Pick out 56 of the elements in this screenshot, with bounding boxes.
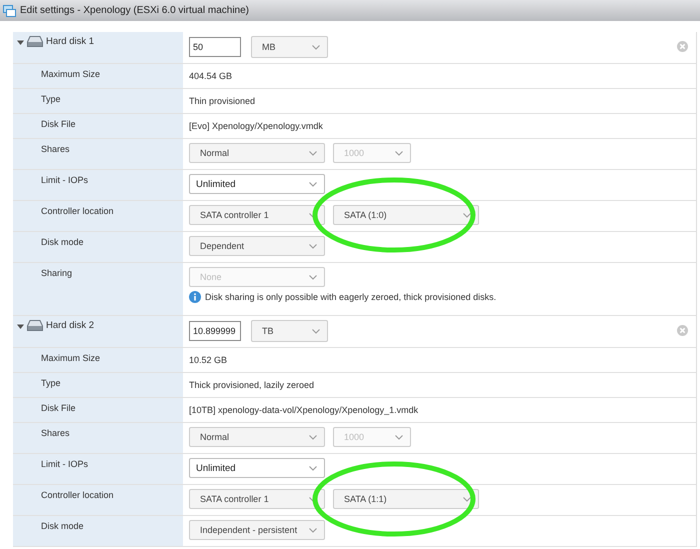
- chevron-icon: [309, 528, 317, 532]
- window-title: Edit settings - Xpenology (ESXi 6.0 virtual machine): [20, 5, 249, 16]
- field-value: Thin provisioned: [189, 96, 256, 106]
- dropdown-select[interactable]: Normal: [189, 427, 325, 447]
- chevron-icon: [395, 150, 403, 156]
- window-icon: [3, 4, 16, 16]
- dropdown-select[interactable]: SATA (1:1): [333, 489, 479, 509]
- field-label: Limit - IOPs: [41, 175, 88, 185]
- dropdown-select[interactable]: Independent - persistent: [189, 520, 325, 540]
- field-value: 10.52 GB: [189, 355, 228, 365]
- field-label: Disk File: [41, 403, 76, 413]
- chevron-icon: [309, 466, 317, 470]
- field-label: Shares: [41, 428, 70, 438]
- field-label: Shares: [41, 144, 70, 154]
- dropdown-select[interactable]: SATA (1:0): [333, 205, 479, 225]
- size-input[interactable]: 10.899999: [189, 321, 241, 341]
- chevron-icon: [463, 496, 471, 502]
- caret-icon[interactable]: [17, 39, 24, 46]
- field-value: [10TB] xpenology-data-vol/Xpenology/Xpenology_1.vmdk: [189, 405, 418, 415]
- caret-icon[interactable]: [17, 323, 24, 330]
- chevron-icon: [309, 434, 317, 440]
- field-label: Disk mode: [41, 237, 84, 247]
- field-label: Controller location: [41, 206, 114, 216]
- field-label: Disk File: [41, 119, 76, 129]
- chevron-icon: [312, 328, 320, 334]
- dropdown-select[interactable]: SATA controller 1: [189, 205, 325, 225]
- field-label: Type: [41, 378, 61, 388]
- field-label: Limit - IOPs: [41, 459, 88, 469]
- chevron-icon: [309, 150, 317, 156]
- field-value: [Evo] Xpenology/Xpenology.vmdk: [189, 121, 323, 131]
- info-note: Disk sharing is only possible with eagerly zeroed, thick provisioned disks.: [205, 292, 496, 302]
- field-label: Controller location: [41, 490, 114, 500]
- chevron-icon: [395, 434, 403, 440]
- field-label: Disk mode: [41, 521, 84, 531]
- size-input[interactable]: 50: [189, 37, 241, 57]
- chevron-icon: [463, 212, 471, 218]
- field-label: Maximum Size: [41, 69, 100, 79]
- unit-select[interactable]: MB: [251, 36, 328, 58]
- dropdown-select[interactable]: Dependent: [189, 236, 325, 256]
- dropdown-select[interactable]: SATA controller 1: [189, 489, 325, 509]
- dropdown-select[interactable]: Unlimited: [189, 458, 325, 478]
- dropdown-select[interactable]: Normal: [189, 143, 325, 163]
- field-label: Maximum Size: [41, 353, 100, 363]
- field-value: Thick provisioned, lazily zeroed: [189, 380, 314, 390]
- chevron-icon: [309, 244, 317, 248]
- disk-name: Hard disk 2: [46, 320, 94, 331]
- field-label: Type: [41, 94, 61, 104]
- unit-select[interactable]: TB: [251, 320, 328, 342]
- dropdown-select[interactable]: Unlimited: [189, 174, 325, 194]
- field-label: Sharing: [41, 268, 72, 278]
- field-value: 404.54 GB: [189, 71, 232, 81]
- chevron-icon: [309, 274, 317, 280]
- chevron-icon: [312, 44, 320, 50]
- chevron-icon: [309, 182, 317, 186]
- disk-name: Hard disk 1: [46, 36, 94, 47]
- info-icon: [189, 291, 201, 303]
